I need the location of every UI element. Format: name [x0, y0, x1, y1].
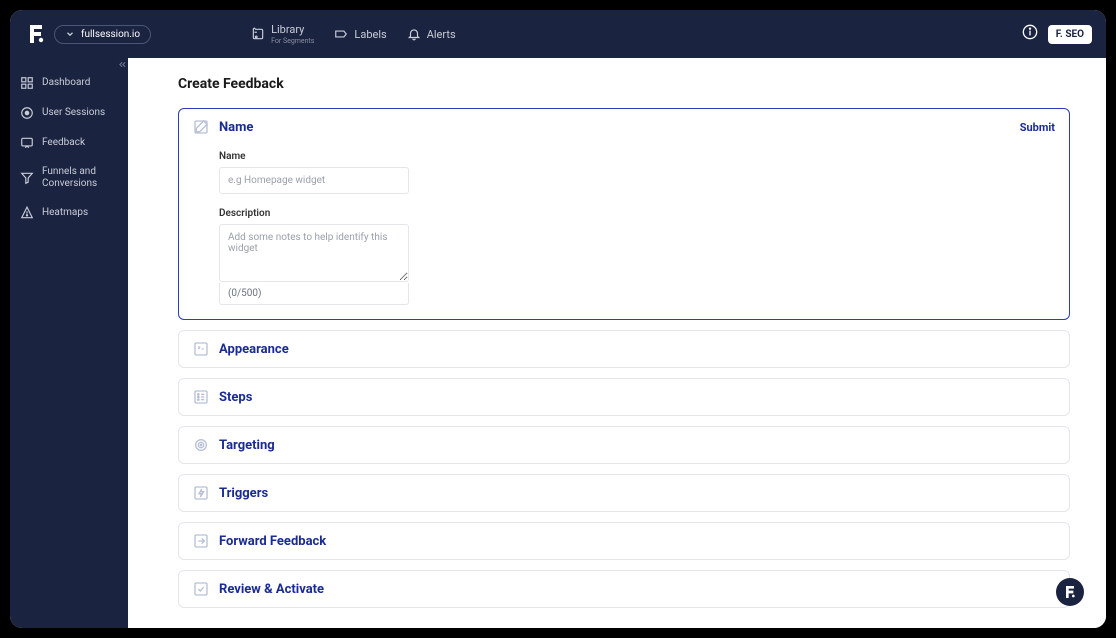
sessions-icon: [20, 106, 34, 120]
funnel-icon: [20, 171, 34, 185]
sidebar-item-funnels[interactable]: Funnels and Conversions: [10, 158, 128, 198]
section-targeting: Targeting: [178, 426, 1070, 464]
nav-alerts-label: Alerts: [427, 28, 456, 41]
nav-labels[interactable]: Labels: [334, 27, 386, 41]
appearance-icon: [193, 341, 209, 357]
main-content: Create Feedback Name Submit Name: [128, 58, 1106, 628]
name-input[interactable]: [219, 167, 409, 194]
char-counter: (0/500): [219, 283, 409, 305]
sidebar-item-heatmaps[interactable]: Heatmaps: [10, 198, 128, 228]
section-appearance: Appearance: [178, 330, 1070, 368]
section-triggers: Triggers: [178, 474, 1070, 512]
section-steps-title: Steps: [219, 390, 252, 405]
section-appearance-header[interactable]: Appearance: [179, 331, 1069, 367]
section-targeting-title: Targeting: [219, 438, 275, 453]
section-forward-title: Forward Feedback: [219, 534, 326, 549]
sidebar: Dashboard User Sessions Feedback Funnels…: [10, 58, 128, 628]
user-badge[interactable]: F. SEO: [1048, 25, 1092, 44]
logo-small-icon: [1062, 584, 1078, 600]
floating-help-button[interactable]: [1056, 578, 1084, 606]
section-name-title: Name: [219, 120, 253, 135]
section-steps: Steps: [178, 378, 1070, 416]
section-name: Name Submit Name Description (0/500): [178, 108, 1070, 320]
chevron-down-icon: [65, 29, 75, 39]
feedback-icon: [20, 136, 34, 150]
dashboard-icon: [20, 76, 34, 90]
nav-alerts[interactable]: Alerts: [407, 27, 456, 41]
description-input[interactable]: [219, 224, 409, 282]
top-nav: Library For Segments Labels Alerts: [251, 23, 456, 45]
section-targeting-header[interactable]: Targeting: [179, 427, 1069, 463]
section-forward: Forward Feedback: [178, 522, 1070, 560]
sidebar-label: Heatmaps: [42, 207, 88, 219]
nav-library-text: Library For Segments: [271, 23, 314, 45]
sidebar-label: User Sessions: [42, 107, 105, 119]
bell-icon: [407, 27, 421, 41]
section-forward-header[interactable]: Forward Feedback: [179, 523, 1069, 559]
section-review: Review & Activate: [178, 570, 1070, 608]
sidebar-item-user-sessions[interactable]: User Sessions: [10, 98, 128, 128]
topbar-right: F. SEO: [1022, 24, 1092, 44]
sidebar-label: Feedback: [42, 137, 85, 149]
forward-icon: [193, 533, 209, 549]
heatmap-icon: [20, 206, 34, 220]
topbar: fullsession.io Library For Segments Labe…: [10, 10, 1106, 58]
project-selector[interactable]: fullsession.io: [54, 25, 151, 44]
review-icon: [193, 581, 209, 597]
nav-library[interactable]: Library For Segments: [251, 23, 314, 45]
section-review-title: Review & Activate: [219, 582, 324, 597]
sidebar-label: Dashboard: [42, 77, 90, 89]
project-name: fullsession.io: [81, 29, 140, 40]
targeting-icon: [193, 437, 209, 453]
section-review-header[interactable]: Review & Activate: [179, 571, 1069, 607]
section-triggers-title: Triggers: [219, 486, 268, 501]
edit-icon: [193, 119, 209, 135]
logo: [24, 22, 48, 46]
section-name-header[interactable]: Name Submit: [179, 109, 1069, 145]
submit-button[interactable]: Submit: [1020, 121, 1055, 134]
section-name-body: Name Description (0/500): [179, 145, 1069, 319]
triggers-icon: [193, 485, 209, 501]
desc-field-label: Description: [219, 208, 1055, 219]
sidebar-item-feedback[interactable]: Feedback: [10, 128, 128, 158]
section-triggers-header[interactable]: Triggers: [179, 475, 1069, 511]
logo-icon: [24, 22, 48, 46]
collapse-sidebar-icon[interactable]: [118, 60, 128, 70]
steps-icon: [193, 389, 209, 405]
library-icon: [251, 27, 265, 41]
info-icon[interactable]: [1022, 24, 1038, 44]
sidebar-item-dashboard[interactable]: Dashboard: [10, 68, 128, 98]
page-title: Create Feedback: [178, 76, 1070, 92]
label-icon: [334, 27, 348, 41]
sidebar-label: Funnels and Conversions: [42, 166, 118, 190]
name-field-label: Name: [219, 151, 1055, 162]
nav-labels-label: Labels: [354, 28, 386, 41]
section-steps-header[interactable]: Steps: [179, 379, 1069, 415]
section-appearance-title: Appearance: [219, 342, 289, 357]
